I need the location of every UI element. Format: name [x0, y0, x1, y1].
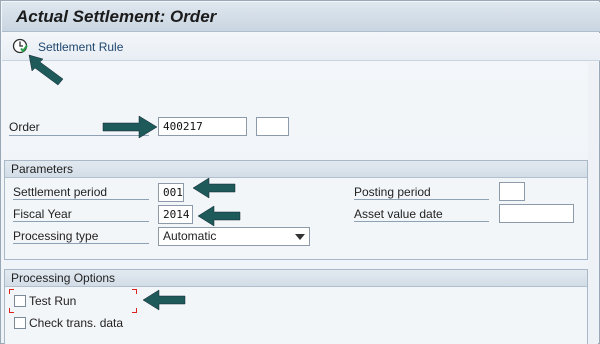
processing-options-header: Processing Options — [5, 270, 587, 287]
asset-value-date-label: Asset value date — [354, 207, 489, 222]
focus-marker — [9, 289, 14, 294]
page-title: Actual Settlement: Order — [16, 7, 217, 26]
processing-options-group: Processing Options — [4, 269, 588, 344]
focus-marker — [132, 289, 137, 294]
asset-value-date-input[interactable] — [499, 204, 574, 223]
annotation-arrow-icon — [28, 54, 64, 86]
vertical-scrollbar[interactable] — [588, 62, 598, 344]
application-toolbar: Settlement Rule — [2, 33, 600, 61]
settlement-rule-icon — [12, 38, 28, 57]
chevron-down-icon[interactable] — [295, 234, 305, 240]
annotation-arrow-icon — [192, 177, 236, 199]
focus-marker — [9, 308, 14, 313]
annotation-arrow-icon — [102, 115, 158, 139]
parameters-header: Parameters — [5, 161, 587, 178]
annotation-arrow-icon — [197, 205, 241, 227]
test-run-label: Test Run — [29, 294, 77, 308]
settlement-rule-label: Settlement Rule — [38, 40, 124, 54]
fiscal-year-label: Fiscal Year — [13, 207, 149, 222]
posting-period-input[interactable] — [499, 182, 525, 201]
check-trans-data-checkbox[interactable] — [14, 317, 26, 329]
focus-marker — [132, 308, 137, 313]
test-run-checkbox[interactable] — [14, 295, 26, 307]
processing-type-label: Processing type — [13, 229, 149, 244]
order-input[interactable]: 400217 — [158, 117, 247, 136]
settlement-period-input[interactable]: 001 — [158, 183, 184, 202]
settlement-period-label: Settlement period — [13, 185, 149, 200]
sap-window: Actual Settlement: Order Settlement Rule… — [0, 0, 600, 344]
processing-type-select[interactable]: Automatic — [158, 227, 310, 246]
check-trans-data-label: Check trans. data — [29, 316, 124, 330]
fiscal-year-input[interactable]: 2014 — [158, 205, 193, 224]
annotation-arrow-icon — [142, 289, 186, 311]
posting-period-label: Posting period — [354, 185, 489, 200]
order-secondary-input[interactable] — [256, 117, 289, 136]
processing-type-value: Automatic — [163, 229, 217, 243]
title-bar: Actual Settlement: Order — [2, 2, 600, 32]
